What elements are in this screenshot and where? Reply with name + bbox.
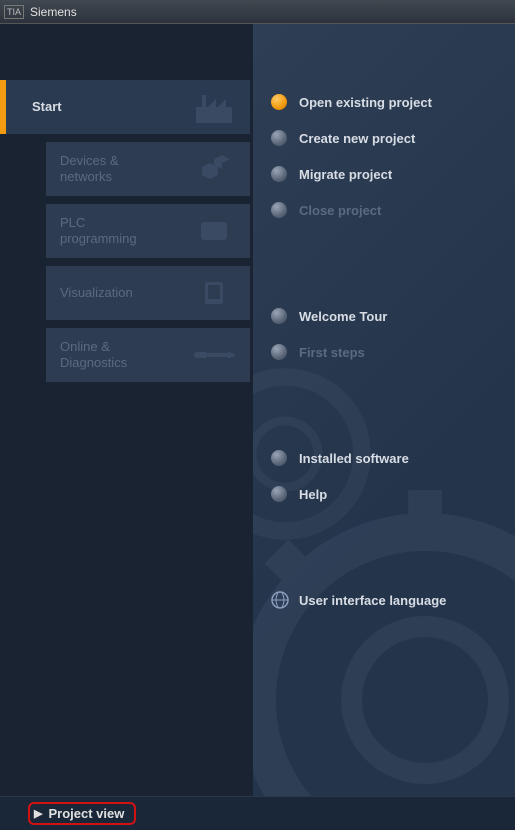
bullet-icon [271, 344, 287, 360]
menu-label: Installed software [299, 451, 409, 466]
globe-icon [271, 591, 289, 609]
plc-icon [192, 209, 236, 253]
sidebar-item-visualization[interactable]: Visualization [46, 266, 250, 320]
bullet-icon [271, 308, 287, 324]
sidebar-item-start[interactable]: Start [0, 80, 250, 134]
menu-label: Help [299, 487, 327, 502]
chevron-right-icon: ▶ [34, 807, 42, 820]
cubes-icon [192, 147, 236, 191]
menu-label: Open existing project [299, 95, 432, 110]
sidebar-item-plc[interactable]: PLC programming [46, 204, 250, 258]
project-view-label: Project view [48, 806, 124, 821]
sidebar-item-label: Online & Diagnostics [60, 339, 192, 370]
info-group: Installed software Help [271, 440, 497, 512]
bullet-icon [271, 450, 287, 466]
bullet-icon [271, 486, 287, 502]
bullet-icon [271, 130, 287, 146]
menu-welcome-tour[interactable]: Welcome Tour [271, 298, 497, 334]
menu-label: Close project [299, 203, 381, 218]
bottom-bar: ▶ Project view [0, 796, 515, 830]
sidebar-item-label: Devices & networks [60, 153, 192, 184]
titlebar: TIA Siemens [0, 0, 515, 24]
bullet-icon [271, 202, 287, 218]
bullet-icon [271, 166, 287, 182]
factory-icon [192, 85, 236, 129]
screwdriver-icon [192, 333, 236, 377]
menu-first-steps[interactable]: First steps [271, 334, 497, 370]
menu-label: Migrate project [299, 167, 392, 182]
window-title: Siemens [30, 5, 77, 19]
menu-help[interactable]: Help [271, 476, 497, 512]
menu-open-existing[interactable]: Open existing project [271, 84, 497, 120]
app-icon: TIA [4, 5, 24, 19]
gear-decoration-icon [250, 490, 515, 830]
sidebar-item-label: Visualization [60, 285, 192, 301]
monitor-icon [192, 271, 236, 315]
sidebar-item-label: PLC programming [60, 215, 192, 246]
menu-label: Create new project [299, 131, 415, 146]
menu-label: Welcome Tour [299, 309, 387, 324]
sidebar-item-diagnostics[interactable]: Online & Diagnostics [46, 328, 250, 382]
sidebar-item-label: Start [32, 99, 192, 115]
bullet-icon [271, 94, 287, 110]
main-area: Start Devices & networks PLC programming… [0, 24, 515, 830]
action-group: Open existing project Create new project… [271, 84, 497, 228]
menu-installed-software[interactable]: Installed software [271, 440, 497, 476]
menu-migrate[interactable]: Migrate project [271, 156, 497, 192]
language-group: User interface language [271, 582, 497, 618]
menu-close-project[interactable]: Close project [271, 192, 497, 228]
menu-ui-language[interactable]: User interface language [271, 582, 497, 618]
content-panel: Open existing project Create new project… [250, 24, 515, 830]
sidebar-item-devices[interactable]: Devices & networks [46, 142, 250, 196]
menu-create-new[interactable]: Create new project [271, 120, 497, 156]
project-view-button[interactable]: ▶ Project view [28, 802, 136, 825]
menu-label: First steps [299, 345, 365, 360]
tour-group: Welcome Tour First steps [271, 298, 497, 370]
menu-label: User interface language [299, 593, 446, 608]
sidebar: Start Devices & networks PLC programming… [0, 24, 250, 830]
